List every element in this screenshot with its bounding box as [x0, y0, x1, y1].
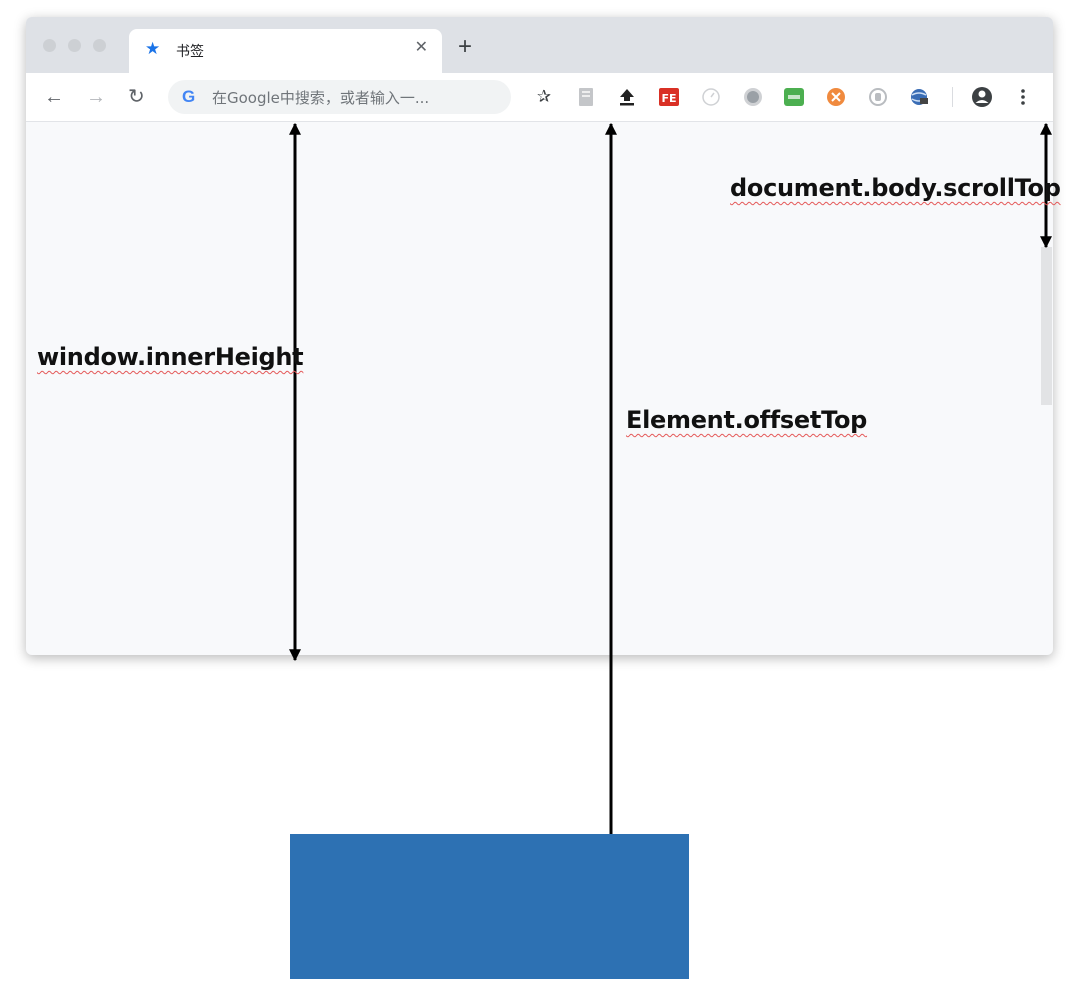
scroll-top-label: document.body.scrollTop [730, 174, 1061, 202]
offset-top-label: Element.offsetTop [626, 406, 868, 434]
inner-height-label: window.innerHeight [37, 343, 304, 371]
diagram-stage: ★ 书签 ✕ + ← → ↻ G ✰ FE [0, 0, 1080, 995]
target-element-box [290, 834, 689, 979]
